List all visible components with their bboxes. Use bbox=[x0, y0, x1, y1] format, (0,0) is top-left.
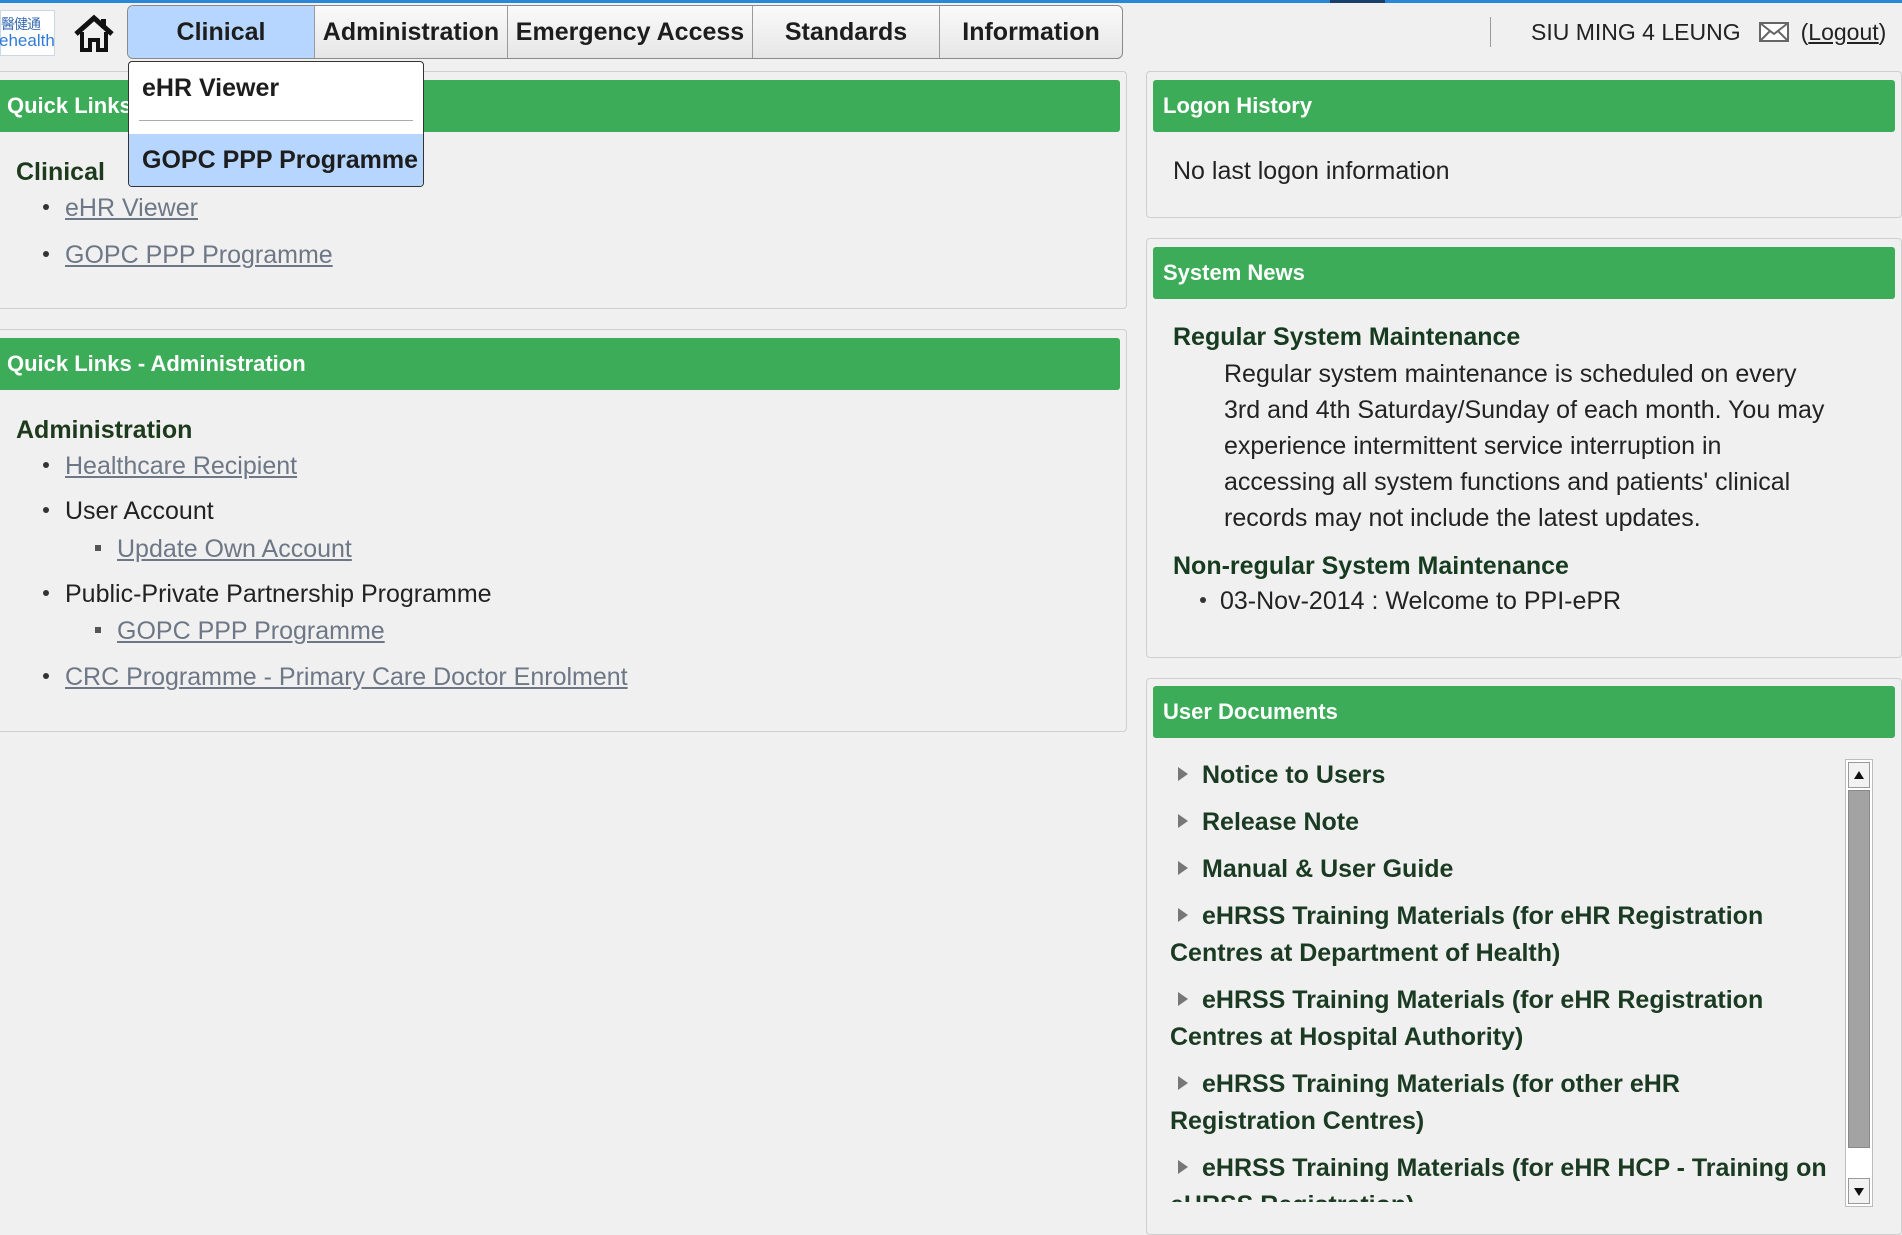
menu-information[interactable]: Information bbox=[940, 6, 1122, 58]
panel-header: User Documents bbox=[1153, 686, 1895, 738]
user-area: SIU MING 4 LEUNG (Logout) bbox=[1490, 16, 1886, 48]
regular-maintenance-body: Regular system maintenance is scheduled … bbox=[1224, 360, 1825, 532]
list-item: eHR Viewer bbox=[43, 194, 198, 223]
dropdown-divider bbox=[139, 120, 413, 121]
list-item: 03-Nov-2014 : Welcome to PPI-ePR bbox=[1200, 587, 1621, 616]
link-gopc-ppp-admin[interactable]: GOPC PPP Programme bbox=[117, 617, 385, 645]
user-documents-panel: User Documents Notice to Users Release N… bbox=[1146, 678, 1902, 1235]
logo-english-text: ehealth bbox=[0, 31, 55, 50]
expand-arrow-icon bbox=[1178, 1160, 1188, 1175]
nonregular-maintenance-title: Non-regular System Maintenance bbox=[1173, 552, 1569, 580]
doc-item-release-note[interactable]: Release Note bbox=[1170, 804, 1830, 841]
expand-arrow-icon bbox=[1178, 992, 1188, 1007]
news-item-text: 03-Nov-2014 : Welcome to PPI-ePR bbox=[1220, 587, 1622, 615]
list-item: GOPC PPP Programme bbox=[43, 241, 333, 270]
expand-arrow-icon bbox=[1178, 767, 1188, 782]
expand-arrow-icon bbox=[1178, 1076, 1188, 1091]
list-item: User Account bbox=[43, 497, 214, 526]
doc-item-training-dh[interactable]: eHRSS Training Materials (for eHR Regist… bbox=[1170, 898, 1830, 972]
list-item: Public-Private Partnership Programme bbox=[43, 580, 492, 609]
doc-item-manual[interactable]: Manual & User Guide bbox=[1170, 851, 1830, 888]
list-item: Update Own Account bbox=[95, 535, 352, 564]
dropdown-item-ehr-viewer[interactable]: eHR Viewer bbox=[129, 74, 423, 103]
list-item: Healthcare Recipient bbox=[43, 452, 297, 481]
clinical-dropdown-menu: eHR Viewer GOPC PPP Programme bbox=[128, 61, 424, 187]
doc-item-notice[interactable]: Notice to Users bbox=[1170, 757, 1830, 794]
doc-item-training-hcp[interactable]: eHRSS Training Materials (for eHR HCP - … bbox=[1170, 1150, 1830, 1202]
link-gopc-ppp[interactable]: GOPC PPP Programme bbox=[65, 241, 333, 269]
logon-history-panel: Logon History No last logon information bbox=[1146, 71, 1902, 218]
link-healthcare-recipient[interactable]: Healthcare Recipient bbox=[65, 452, 297, 480]
logout-link-wrap: (Logout) bbox=[1800, 18, 1887, 45]
section-title-clinical: Clinical bbox=[16, 158, 105, 186]
ehealth-logo[interactable]: 醫健通 ehealth bbox=[0, 10, 55, 56]
home-icon[interactable] bbox=[72, 12, 116, 56]
documents-scrollbar[interactable] bbox=[1845, 759, 1873, 1207]
user-account-label: User Account bbox=[65, 497, 214, 525]
link-ehr-viewer[interactable]: eHR Viewer bbox=[65, 194, 198, 222]
menu-emergency-access[interactable]: Emergency Access bbox=[508, 6, 753, 58]
menu-clinical[interactable]: Clinical bbox=[128, 6, 315, 58]
expand-arrow-icon bbox=[1178, 908, 1188, 923]
scroll-up-button[interactable] bbox=[1848, 762, 1870, 788]
dropdown-item-gopc-ppp[interactable]: GOPC PPP Programme bbox=[129, 134, 423, 186]
regular-maintenance-title: Regular System Maintenance bbox=[1173, 323, 1521, 351]
link-update-own-account[interactable]: Update Own Account bbox=[117, 535, 352, 563]
scroll-down-button[interactable] bbox=[1848, 1178, 1870, 1204]
logout-link[interactable]: Logout bbox=[1808, 19, 1878, 45]
panel-header: Quick Links - Administration bbox=[0, 338, 1120, 390]
quick-links-admin-panel: Quick Links - Administration Administrat… bbox=[0, 329, 1127, 732]
panel-header: System News bbox=[1153, 247, 1895, 299]
main-menu-bar: Clinical Administration Emergency Access… bbox=[127, 5, 1123, 59]
panel-header: Logon History bbox=[1153, 80, 1895, 132]
scroll-thumb[interactable] bbox=[1848, 790, 1870, 1148]
list-item: GOPC PPP Programme bbox=[95, 617, 385, 646]
link-crc-programme[interactable]: CRC Programme - Primary Care Doctor Enro… bbox=[65, 663, 628, 691]
mail-icon[interactable] bbox=[1758, 21, 1789, 43]
system-news-panel: System News Regular System Maintenance R… bbox=[1146, 238, 1902, 658]
doc-item-training-other[interactable]: eHRSS Training Materials (for other eHR … bbox=[1170, 1066, 1830, 1140]
top-accent-line bbox=[0, 0, 1902, 3]
list-item: CRC Programme - Primary Care Doctor Enro… bbox=[43, 663, 628, 692]
ppp-label: Public-Private Partnership Programme bbox=[65, 580, 492, 608]
logon-info-text: No last logon information bbox=[1173, 157, 1450, 185]
documents-list: Notice to Users Release Note Manual & Us… bbox=[1170, 757, 1830, 1202]
doc-item-training-ha[interactable]: eHRSS Training Materials (for eHR Regist… bbox=[1170, 982, 1830, 1056]
menu-standards[interactable]: Standards bbox=[753, 6, 940, 58]
menu-administration[interactable]: Administration bbox=[315, 6, 508, 58]
expand-arrow-icon bbox=[1178, 861, 1188, 876]
section-title-administration: Administration bbox=[16, 416, 193, 444]
expand-arrow-icon bbox=[1178, 814, 1188, 829]
user-name: SIU MING 4 LEUNG bbox=[1531, 18, 1741, 45]
header-divider bbox=[1490, 17, 1491, 47]
